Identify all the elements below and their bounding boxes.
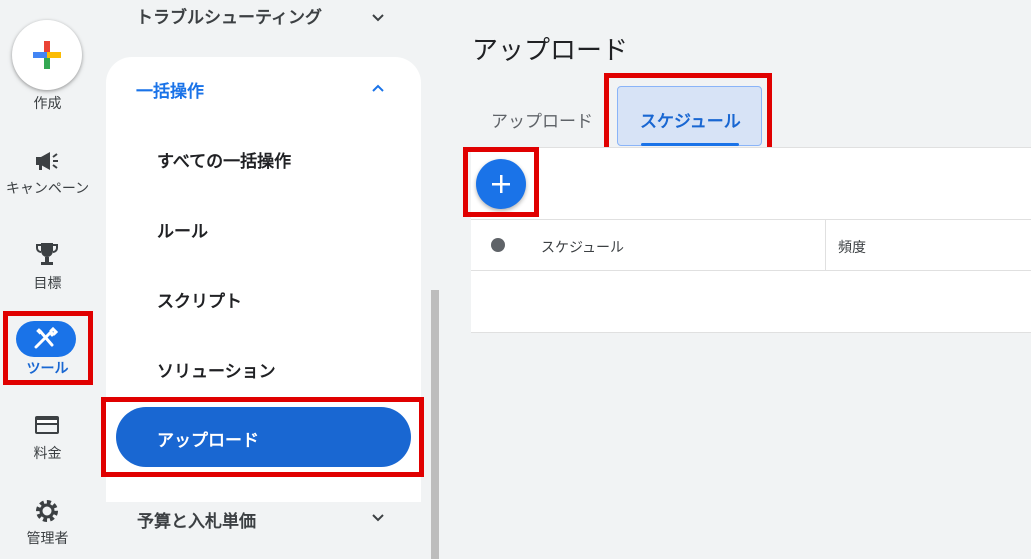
highlight-schedule-tab (604, 73, 772, 156)
column-divider[interactable] (825, 220, 826, 271)
create-label: 作成 (33, 96, 62, 112)
campaign-label[interactable]: キャンペーン (5, 181, 90, 197)
status-dot-icon (491, 238, 505, 252)
header-schedule[interactable]: スケジュール (541, 237, 624, 257)
tab-upload[interactable]: アップロード (491, 107, 593, 132)
chevron-down-icon[interactable] (371, 511, 385, 525)
schedule-table: スケジュール 頻度 (471, 219, 1031, 333)
nav-item-solutions[interactable]: ソリューション (157, 357, 276, 382)
trophy-icon[interactable] (30, 240, 64, 268)
nav-item-budget[interactable]: 予算と入札単価 (137, 507, 256, 532)
highlight-upload-nav (101, 397, 424, 477)
table-toolbar (471, 147, 1031, 219)
nav-item-troubleshooting[interactable]: トラブルシューティング (106, 0, 421, 40)
bulk-section-title[interactable]: 一括操作 (136, 77, 204, 102)
troubleshooting-label: トラブルシューティング (136, 8, 322, 28)
plus-multicolor-icon (33, 41, 61, 69)
nav-item-scripts[interactable]: スクリプト (157, 287, 242, 312)
megaphone-icon[interactable] (30, 147, 64, 175)
billing-label[interactable]: 料金 (0, 446, 95, 462)
page-title: アップロード (472, 36, 629, 66)
create-button[interactable] (12, 20, 82, 90)
admin-label[interactable]: 管理者 (0, 531, 95, 547)
table-header-row: スケジュール 頻度 (471, 220, 1031, 271)
left-rail: 作成 キャンペーン 目標 ツール 料金 管理者 (0, 0, 95, 559)
nav-item-all-bulk[interactable]: すべての一括操作 (157, 147, 291, 172)
credit-card-icon[interactable] (30, 411, 64, 439)
nav-item-rules[interactable]: ルール (157, 217, 208, 242)
nav-scrollbar[interactable] (431, 290, 439, 559)
goals-label[interactable]: 目標 (0, 276, 95, 292)
highlight-add-button (463, 147, 539, 217)
gear-icon[interactable] (30, 497, 64, 525)
header-frequency[interactable]: 頻度 (838, 237, 866, 257)
chevron-up-icon[interactable] (371, 81, 385, 95)
chevron-down-icon (372, 14, 384, 22)
highlight-tools (3, 311, 93, 385)
